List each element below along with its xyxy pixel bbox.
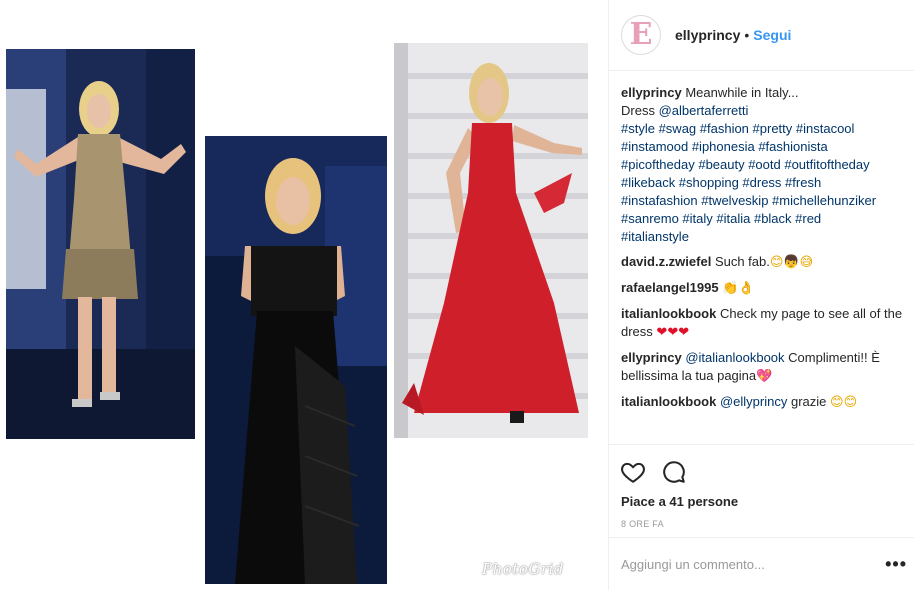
comment-item: david.z.zwiefel Such fab.😊👦😅 [621, 253, 909, 272]
comment-item: ellyprincy @italianlookbook Complimenti!… [621, 349, 909, 386]
comment-username[interactable]: italianlookbook [621, 394, 716, 409]
caption-username[interactable]: ellyprincy [621, 85, 682, 100]
add-comment-bar: Aggiungi un commento... ••• [609, 537, 914, 590]
caption-text: Meanwhile in Italy... [685, 85, 799, 100]
photo-gold-dress [6, 49, 195, 439]
avatar-letter: E [629, 17, 653, 52]
speech-bubble-icon[interactable] [661, 459, 687, 485]
comment-mention[interactable]: @italianlookbook [685, 350, 784, 365]
comment-emojis: 💖 [756, 369, 773, 384]
heart-outline-icon[interactable] [620, 459, 646, 485]
header-separator: • [744, 27, 750, 43]
post-timestamp: 8 ORE FA [621, 519, 664, 529]
comment-text: Such fab. [714, 254, 770, 269]
hashtag-line[interactable]: #italianstyle [621, 228, 909, 246]
comment-input[interactable]: Aggiungi un commento... [621, 557, 765, 572]
avatar[interactable]: E [621, 15, 661, 55]
comment-emojis: 😊👦😅 [769, 255, 814, 270]
comment-item: italianlookbook Check my page to see all… [621, 305, 909, 342]
comment-emojis: ❤❤❤ [656, 325, 690, 340]
post-media[interactable]: PhotoGrid [0, 0, 608, 590]
caption-dress-prefix: Dress [621, 103, 655, 118]
comment-username[interactable]: ellyprincy [621, 350, 682, 365]
post-header: E ellyprincy • Segui [609, 0, 914, 71]
caption: ellyprincy Meanwhile in Italy... Dress @… [621, 84, 909, 246]
hashtag-line[interactable]: #instamood #iphonesia #fashionista [621, 138, 909, 156]
hashtag-line[interactable]: #picoftheday #beauty #ootd #outfitofthed… [621, 156, 909, 174]
caption-mention[interactable]: @albertaferretti [659, 103, 749, 118]
comment-username[interactable]: david.z.zwiefel [621, 254, 711, 269]
comments-list: ellyprincy Meanwhile in Italy... Dress @… [621, 84, 909, 419]
photo-red-dress [394, 43, 588, 438]
comment-text: grazie [790, 394, 827, 409]
comment-item: rafaelangel1995 👏👌 [621, 279, 909, 298]
comment-mention[interactable]: @ellyprincy [720, 394, 787, 409]
header-username[interactable]: ellyprincy [675, 27, 740, 43]
photogrid-watermark: PhotoGrid [482, 560, 564, 578]
more-options-icon[interactable]: ••• [885, 554, 907, 575]
follow-button[interactable]: Segui [753, 27, 791, 43]
comment-item: italianlookbook @ellyprincy grazie 😊😊 [621, 393, 909, 412]
hashtag-line[interactable]: #style #swag #fashion #pretty #instacool [621, 120, 909, 138]
comment-username[interactable]: rafaelangel1995 [621, 280, 719, 295]
post-sidebar: E ellyprincy • Segui ellyprincy Meanwhil… [608, 0, 914, 590]
photo-black-dress [205, 136, 387, 584]
hashtag-line[interactable]: #instafashion #twelveskip #michellehunzi… [621, 192, 909, 210]
comment-emojis: 😊😊 [830, 395, 858, 410]
hashtag-line[interactable]: #sanremo #italy #italia #black #red [621, 210, 909, 228]
comment-username[interactable]: italianlookbook [621, 306, 716, 321]
hashtag-line[interactable]: #likeback #shopping #dress #fresh [621, 174, 909, 192]
comment-emojis: 👏👌 [722, 281, 755, 296]
likes-count[interactable]: Piace a 41 persone [621, 494, 738, 509]
